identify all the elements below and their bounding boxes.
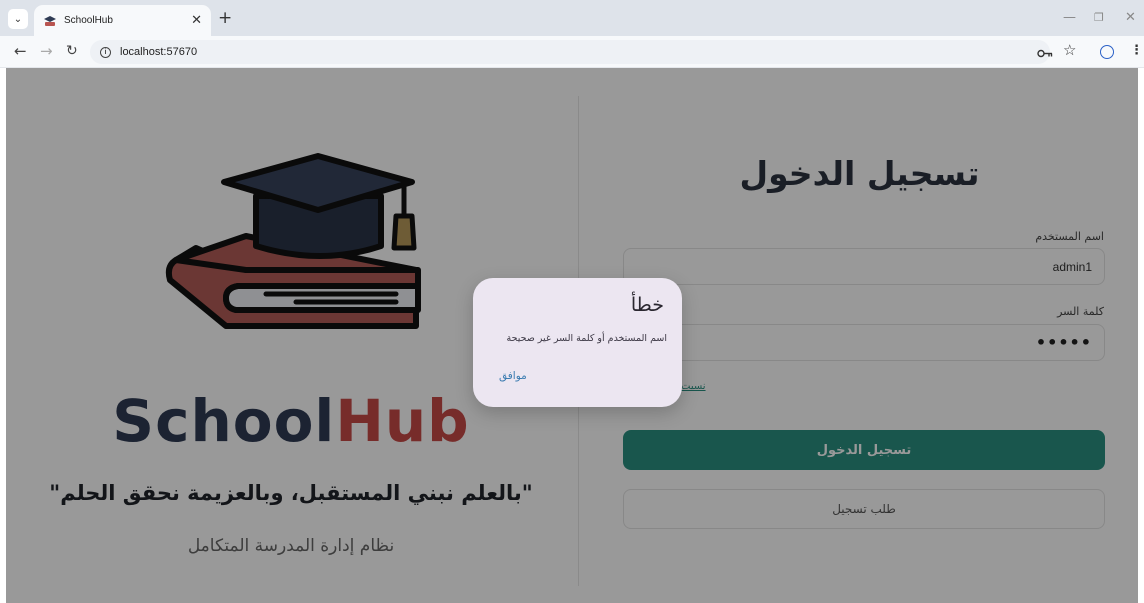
dialog-message: اسم المستخدم أو كلمة السر غير صحيحة: [506, 333, 667, 344]
password-key-icon[interactable]: [1037, 47, 1053, 63]
tab-title: SchoolHub: [64, 15, 113, 26]
window-close-icon[interactable]: ✕: [1125, 10, 1136, 25]
back-arrow-icon[interactable]: ←: [14, 42, 27, 60]
bookmark-star-icon[interactable]: ☆: [1063, 42, 1076, 58]
tab-close-icon[interactable]: ✕: [191, 13, 202, 28]
browser-toolbar: ← → ↻ i localhost:57670 ☆ ⋮: [0, 36, 1144, 68]
dialog-title: خطأ: [630, 294, 664, 316]
graduation-cap-favicon-icon: [43, 14, 57, 28]
minimize-icon[interactable]: —: [1063, 10, 1076, 25]
address-bar[interactable]: i localhost:57670: [90, 40, 1050, 64]
url-text[interactable]: localhost:57670: [120, 46, 197, 58]
new-tab-icon[interactable]: +: [218, 8, 232, 28]
dialog-ok-button[interactable]: موافق: [499, 370, 527, 382]
tab-search-button[interactable]: ⌄: [8, 9, 28, 29]
error-dialog: خطأ اسم المستخدم أو كلمة السر غير صحيحة …: [473, 278, 682, 407]
site-info-icon[interactable]: i: [100, 46, 111, 58]
browser-tab[interactable]: SchoolHub ✕: [34, 5, 211, 36]
reload-icon[interactable]: ↻: [66, 42, 78, 60]
kebab-menu-icon[interactable]: ⋮: [1130, 43, 1143, 59]
browser-tabbar: ⌄ SchoolHub ✕ + — ❐ ✕: [0, 0, 1144, 36]
profile-icon[interactable]: [1100, 45, 1114, 59]
restore-icon[interactable]: ❐: [1094, 11, 1104, 24]
forward-arrow-icon[interactable]: →: [40, 42, 53, 60]
